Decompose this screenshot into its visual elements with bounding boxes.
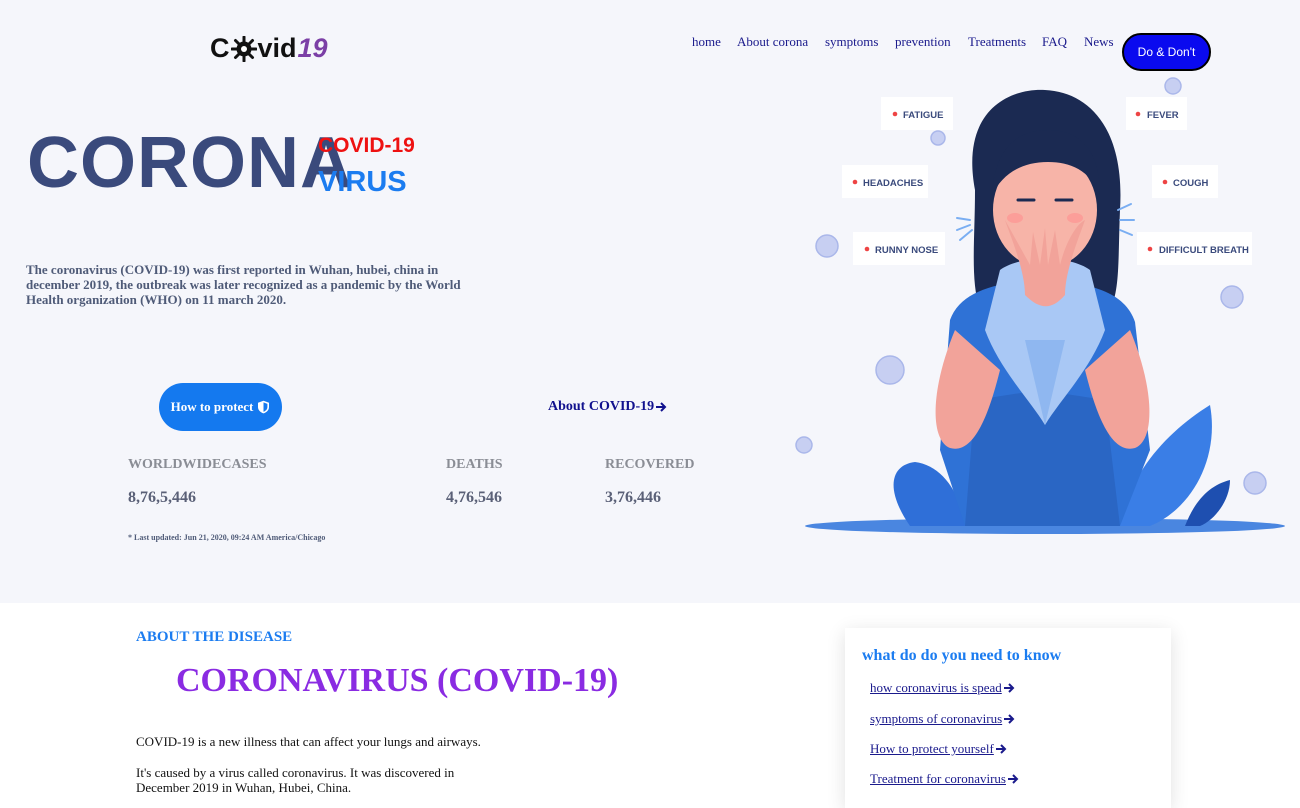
hero-title: CORONA xyxy=(27,123,353,203)
link-symptoms-label: symptoms of coronavirus xyxy=(870,711,1003,726)
hero-intro: The coronavirus (COVID-19) was first rep… xyxy=(26,262,461,307)
nav-faq[interactable]: FAQ xyxy=(1042,34,1067,50)
do-and-dont-button[interactable]: Do & Don't xyxy=(1122,33,1211,71)
arrow-right-icon xyxy=(1008,774,1019,784)
link-protect-yourself[interactable]: How to protect yourself xyxy=(870,741,1007,757)
symptom-cough: COUGH xyxy=(1173,178,1209,189)
stat-deaths-value: 4,76,546 xyxy=(446,489,502,506)
how-to-protect-button[interactable]: How to protect xyxy=(159,383,282,431)
symptom-fever: FEVER xyxy=(1147,110,1179,121)
nav-news[interactable]: News xyxy=(1084,34,1114,50)
about-covid-label: About COVID-19 xyxy=(548,399,655,414)
logo-text-suffix: vid xyxy=(257,33,297,63)
logo-text-prefix: C xyxy=(210,33,230,63)
about-section-title: CORONAVIRUS (COVID-19) xyxy=(176,662,619,699)
nav-home[interactable]: home xyxy=(692,34,721,50)
arrow-right-icon xyxy=(1004,714,1015,724)
hero-tag-covid: COVID-19 xyxy=(318,134,415,157)
symptom-fatigue: FATIGUE xyxy=(903,110,943,121)
shield-icon xyxy=(258,400,270,414)
hero-tag-virus: VIRUS xyxy=(318,166,407,198)
site-logo[interactable]: C vid 19 xyxy=(210,33,328,64)
nav-treatments[interactable]: Treatments xyxy=(968,34,1026,50)
about-paragraph-1: COVID-19 is a new illness that can affec… xyxy=(136,734,481,749)
arrow-right-icon xyxy=(656,402,667,412)
link-how-spread[interactable]: how coronavirus is spead xyxy=(870,680,1015,696)
link-treatment-label: Treatment for coronavirus xyxy=(870,771,1006,786)
virus-icon xyxy=(230,35,257,62)
link-protect-yourself-label: How to protect yourself xyxy=(870,741,994,756)
logo-text-number: 19 xyxy=(297,33,328,63)
symptom-runny-nose: RUNNY NOSE xyxy=(875,245,938,256)
symptom-headaches: HEADACHES xyxy=(863,178,923,189)
link-how-spread-label: how coronavirus is spead xyxy=(870,680,1002,695)
sick-woman-illustration: FATIGUE FEVER HEADACHES COUGH RUNNY NOSE… xyxy=(795,77,1285,534)
need-to-know-title: what do do you need to know xyxy=(862,647,1062,664)
stat-recovered-label: RECOVERED xyxy=(605,457,695,472)
about-paragraph-2-line-1: It's caused by a virus called coronaviru… xyxy=(136,765,455,780)
about-covid-link[interactable]: About COVID-19 xyxy=(548,399,667,415)
about-paragraph-2-line-2: December 2019 in Wuhan, Hubei, China. xyxy=(136,780,352,795)
link-symptoms[interactable]: symptoms of coronavirus xyxy=(870,711,1015,727)
stat-worldwide-label: WORLDWIDECASES xyxy=(128,457,267,472)
how-to-protect-label: How to protect xyxy=(170,399,254,414)
symptom-difficult-breath: DIFFICULT BREATH xyxy=(1159,245,1249,256)
need-to-know-card: what do do you need to know how coronavi… xyxy=(845,628,1171,808)
stat-deaths-label: DEATHS xyxy=(446,457,503,472)
arrow-right-icon xyxy=(1003,683,1015,693)
nav-about-corona[interactable]: About corona xyxy=(737,34,808,50)
about-section-label: ABOUT THE DISEASE xyxy=(136,629,293,645)
last-updated-note: * Last updated: Jun 21, 2020, 09:24 AM A… xyxy=(128,533,326,542)
nav-symptoms[interactable]: symptoms xyxy=(825,34,878,50)
link-treatment[interactable]: Treatment for coronavirus xyxy=(870,771,1019,787)
arrow-right-icon xyxy=(995,744,1007,754)
nav-prevention[interactable]: prevention xyxy=(895,34,951,50)
stat-recovered-value: 3,76,446 xyxy=(605,489,661,506)
stat-worldwide-value: 8,76,5,446 xyxy=(128,489,196,506)
